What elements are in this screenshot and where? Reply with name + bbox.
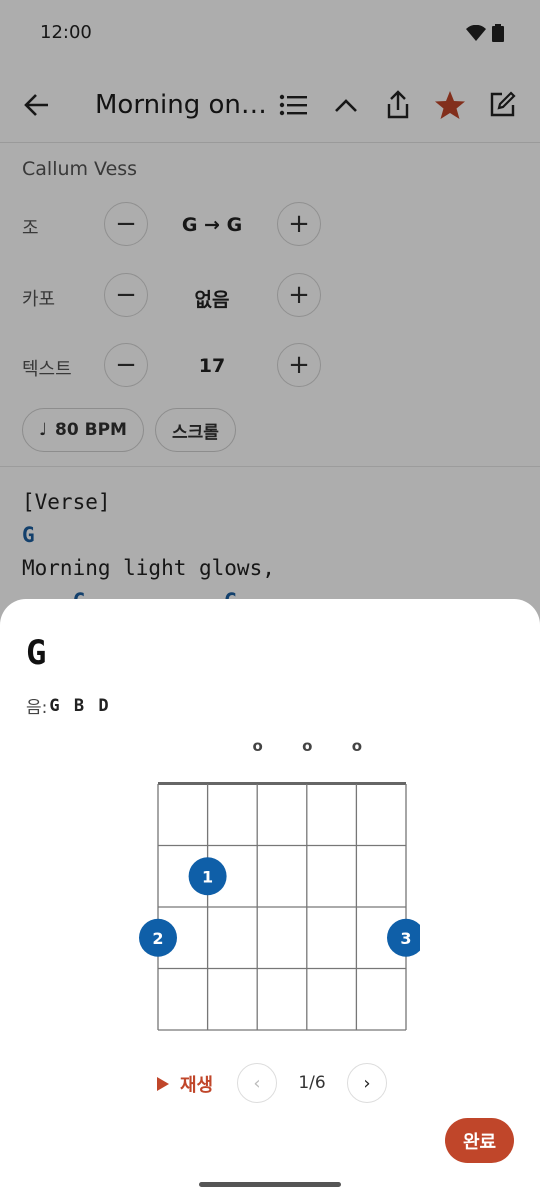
finger-number: 1 [202, 867, 213, 886]
chord-name: G [26, 633, 47, 673]
done-button[interactable]: 완료 [445, 1118, 514, 1163]
chord-bottom-sheet: G 음: G B D o o o 1 2 3 재생 ‹ 1/6 › 완료 [0, 599, 540, 1200]
open-string-marker: o [302, 737, 312, 755]
play-button[interactable]: 재생 [156, 1071, 213, 1097]
finger-number: 3 [400, 929, 411, 948]
play-label: 재생 [180, 1075, 214, 1096]
notes-value: G B D [49, 695, 111, 716]
finger-number: 2 [152, 929, 163, 948]
nut [158, 782, 406, 785]
open-string-marker: o [253, 737, 263, 755]
open-string-marker: o [352, 737, 362, 755]
play-icon [157, 1077, 169, 1091]
home-indicator [199, 1182, 341, 1187]
next-voicing-button[interactable]: › [347, 1063, 387, 1103]
sheet-controls: 재생 ‹ 1/6 › [0, 1061, 540, 1109]
prev-voicing-button[interactable]: ‹ [237, 1063, 277, 1103]
chord-notes: 음: G B D [26, 693, 111, 719]
chord-diagram: o o o 1 2 3 [139, 737, 420, 1031]
voicing-page-indicator: 1/6 [298, 1073, 326, 1093]
notes-label: 음: [26, 698, 48, 718]
